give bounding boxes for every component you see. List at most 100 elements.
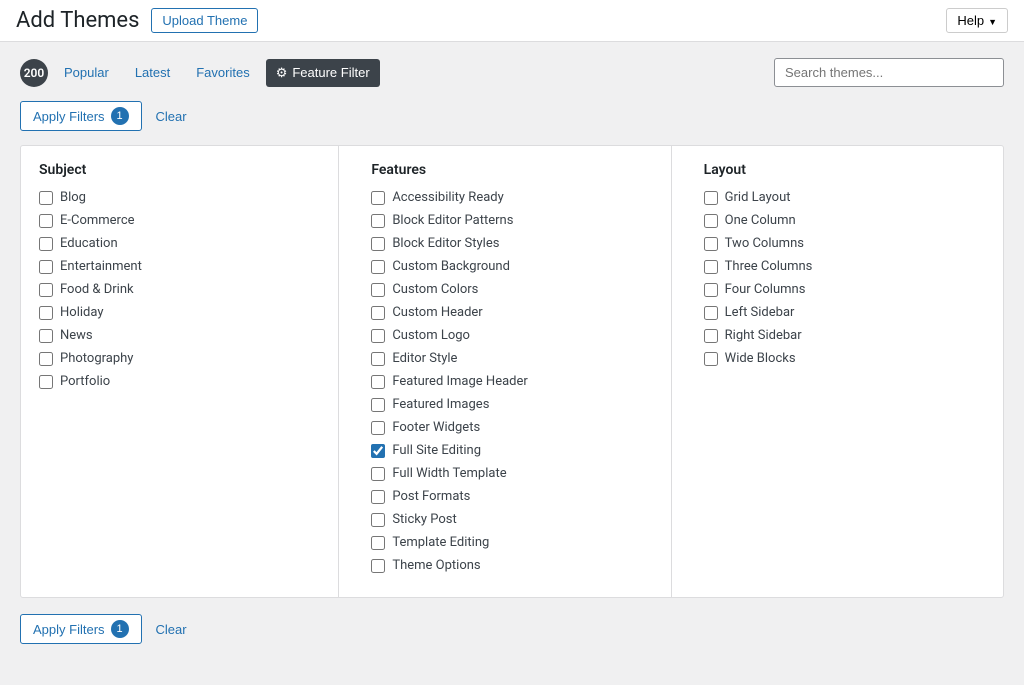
checkbox-subject-4[interactable] xyxy=(39,283,53,297)
apply-filters-button-top[interactable]: Apply Filters 1 xyxy=(20,101,142,131)
checkbox-item: Three Columns xyxy=(704,259,985,274)
gear-icon xyxy=(276,65,288,81)
checkbox-features-0[interactable] xyxy=(371,191,385,205)
checkbox-label-layout-3: Three Columns xyxy=(725,259,813,274)
checkbox-label-subject-3: Entertainment xyxy=(60,259,142,274)
checkbox-features-2[interactable] xyxy=(371,237,385,251)
checkbox-label-layout-0: Grid Layout xyxy=(725,190,791,205)
checkbox-item: Right Sidebar xyxy=(704,328,985,343)
main-content: 200 Popular Latest Favorites Feature Fil… xyxy=(0,42,1024,660)
search-input[interactable] xyxy=(774,58,1004,87)
apply-filters-label-top: Apply Filters xyxy=(33,109,105,124)
checkbox-item: Editor Style xyxy=(371,351,652,366)
checkbox-label-layout-2: Two Columns xyxy=(725,236,804,251)
checkbox-layout-5[interactable] xyxy=(704,306,718,320)
checkbox-label-features-4: Custom Colors xyxy=(392,282,478,297)
features-items: Accessibility Ready Block Editor Patterns… xyxy=(371,190,652,573)
apply-filters-button-bottom[interactable]: Apply Filters 1 xyxy=(20,614,142,644)
checkbox-label-features-1: Block Editor Patterns xyxy=(392,213,513,228)
checkbox-label-subject-8: Portfolio xyxy=(60,374,110,389)
checkbox-item: Two Columns xyxy=(704,236,985,251)
checkbox-label-subject-0: Blog xyxy=(60,190,86,205)
checkbox-label-features-5: Custom Header xyxy=(392,305,482,320)
checkbox-features-14[interactable] xyxy=(371,513,385,527)
subject-section: Subject BlogE-CommerceEducationEntertain… xyxy=(21,146,339,597)
checkbox-features-7[interactable] xyxy=(371,352,385,366)
checkbox-item: Full Width Template xyxy=(371,466,652,481)
checkbox-label-subject-5: Holiday xyxy=(60,305,103,320)
checkbox-subject-7[interactable] xyxy=(39,352,53,366)
checkbox-layout-6[interactable] xyxy=(704,329,718,343)
checkbox-item: Block Editor Styles xyxy=(371,236,652,251)
checkbox-label-subject-1: E-Commerce xyxy=(60,213,135,228)
admin-header: Add Themes Upload Theme Help xyxy=(0,0,1024,42)
checkbox-features-16[interactable] xyxy=(371,559,385,573)
checkbox-label-layout-4: Four Columns xyxy=(725,282,806,297)
checkbox-subject-3[interactable] xyxy=(39,260,53,274)
checkbox-item: Full Site Editing xyxy=(371,443,652,458)
clear-button-top[interactable]: Clear xyxy=(150,104,193,129)
checkbox-features-3[interactable] xyxy=(371,260,385,274)
apply-filters-label-bottom: Apply Filters xyxy=(33,622,105,637)
checkbox-subject-2[interactable] xyxy=(39,237,53,251)
checkbox-item: Portfolio xyxy=(39,374,320,389)
checkbox-subject-0[interactable] xyxy=(39,191,53,205)
checkbox-subject-6[interactable] xyxy=(39,329,53,343)
checkbox-label-subject-4: Food & Drink xyxy=(60,282,134,297)
checkbox-item: Theme Options xyxy=(371,558,652,573)
checkbox-label-layout-1: One Column xyxy=(725,213,796,228)
tab-latest[interactable]: Latest xyxy=(125,59,180,86)
page-title: Add Themes xyxy=(16,8,139,33)
checkbox-item: One Column xyxy=(704,213,985,228)
checkbox-label-features-11: Full Site Editing xyxy=(392,443,481,458)
checkbox-subject-5[interactable] xyxy=(39,306,53,320)
checkbox-layout-2[interactable] xyxy=(704,237,718,251)
checkbox-item: Blog xyxy=(39,190,320,205)
checkbox-label-layout-5: Left Sidebar xyxy=(725,305,795,320)
checkbox-features-6[interactable] xyxy=(371,329,385,343)
checkbox-label-features-10: Footer Widgets xyxy=(392,420,480,435)
bottom-filter-actions: Apply Filters 1 Clear xyxy=(20,614,1004,644)
checkbox-layout-4[interactable] xyxy=(704,283,718,297)
checkbox-features-13[interactable] xyxy=(371,490,385,504)
help-button[interactable]: Help xyxy=(946,8,1008,33)
subject-items: Blog E-Commerce Education Entertainment Food… xyxy=(39,190,320,389)
theme-count-badge: 200 xyxy=(20,59,48,87)
checkbox-label-features-13: Post Formats xyxy=(392,489,470,504)
features-title: Features xyxy=(371,162,652,178)
checkbox-label-features-2: Block Editor Styles xyxy=(392,236,499,251)
checkbox-item: News xyxy=(39,328,320,343)
checkbox-subject-1[interactable] xyxy=(39,214,53,228)
checkbox-features-5[interactable] xyxy=(371,306,385,320)
checkbox-features-10[interactable] xyxy=(371,421,385,435)
tabs-row: 200 Popular Latest Favorites Feature Fil… xyxy=(20,58,1004,87)
apply-filters-count-bottom: 1 xyxy=(111,620,129,638)
checkbox-item: Sticky Post xyxy=(371,512,652,527)
checkbox-item: Education xyxy=(39,236,320,251)
checkbox-features-15[interactable] xyxy=(371,536,385,550)
upload-theme-button[interactable]: Upload Theme xyxy=(151,8,258,33)
tab-popular[interactable]: Popular xyxy=(54,59,119,86)
checkbox-features-8[interactable] xyxy=(371,375,385,389)
checkbox-layout-1[interactable] xyxy=(704,214,718,228)
checkbox-label-layout-6: Right Sidebar xyxy=(725,328,802,343)
checkbox-features-9[interactable] xyxy=(371,398,385,412)
tabs-left: 200 Popular Latest Favorites Feature Fil… xyxy=(20,59,380,87)
checkbox-layout-3[interactable] xyxy=(704,260,718,274)
checkbox-features-11[interactable] xyxy=(371,444,385,458)
checkbox-item: Holiday xyxy=(39,305,320,320)
checkbox-label-features-3: Custom Background xyxy=(392,259,510,274)
checkbox-features-12[interactable] xyxy=(371,467,385,481)
checkbox-features-4[interactable] xyxy=(371,283,385,297)
checkbox-layout-0[interactable] xyxy=(704,191,718,205)
checkbox-layout-7[interactable] xyxy=(704,352,718,366)
checkbox-subject-8[interactable] xyxy=(39,375,53,389)
tab-feature-filter[interactable]: Feature Filter xyxy=(266,59,380,87)
checkbox-features-1[interactable] xyxy=(371,214,385,228)
clear-button-bottom[interactable]: Clear xyxy=(150,617,193,642)
checkbox-label-features-0: Accessibility Ready xyxy=(392,190,503,205)
tab-favorites[interactable]: Favorites xyxy=(186,59,259,86)
apply-filters-count-top: 1 xyxy=(111,107,129,125)
checkbox-item: Wide Blocks xyxy=(704,351,985,366)
checkbox-item: Template Editing xyxy=(371,535,652,550)
